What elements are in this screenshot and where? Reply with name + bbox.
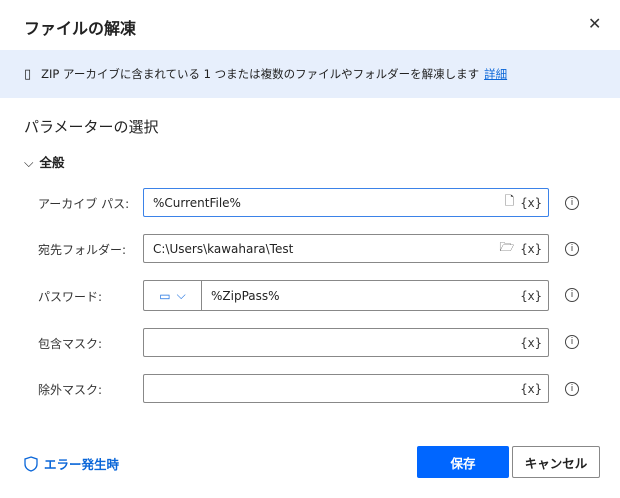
info-icon[interactable]: i (565, 196, 579, 210)
section-title: パラメーターの選択 (24, 118, 159, 136)
text-box-icon: ▭ (159, 288, 171, 303)
info-icon[interactable]: i (565, 242, 579, 256)
destination-folder-input[interactable]: C:\Users\kawahara\Test 🗁 {x} (143, 234, 549, 263)
save-button[interactable]: 保存 (417, 446, 509, 478)
password-label: パスワード: (38, 290, 103, 304)
on-error-button[interactable]: エラー発生時 (24, 454, 119, 473)
include-mask-label: 包含マスク: (38, 337, 103, 351)
dialog-title: ファイルの解凍 (24, 19, 137, 38)
chevron-down-icon: ⌵ (24, 155, 34, 170)
chevron-down-icon: ⌵ (176, 288, 186, 302)
cancel-button[interactable]: キャンセル (512, 446, 600, 478)
archive-path-input[interactable]: %CurrentFile% 🗋 {x} (143, 188, 549, 217)
info-icon[interactable]: i (565, 288, 579, 302)
shield-icon (24, 455, 38, 472)
info-icon[interactable]: i (565, 382, 579, 396)
info-banner: ▯ ZIP アーカイブに含まれている 1 つまたは複数のファイルやフォルダーを解… (0, 50, 620, 98)
variable-icon[interactable]: {x} (520, 382, 542, 396)
password-input[interactable]: ▭ ⌵ %ZipPass% {x} (143, 280, 549, 311)
exclude-mask-input[interactable]: {x} (143, 374, 549, 403)
file-select-icon[interactable]: 🗋 (505, 192, 515, 213)
exclude-mask-label: 除外マスク: (38, 383, 103, 397)
variable-icon[interactable]: {x} (520, 196, 542, 210)
banner-text: ZIP アーカイブに含まれている 1 つまたは複数のファイルやフォルダーを解凍し… (41, 67, 480, 81)
archive-path-label: アーカイブ パス: (38, 197, 130, 211)
info-icon[interactable]: i (565, 335, 579, 349)
zip-icon: ▯ (24, 66, 32, 82)
close-icon[interactable]: ✕ (588, 14, 601, 33)
details-link[interactable]: 詳細 (484, 66, 507, 82)
password-mode-dropdown[interactable]: ▭ ⌵ (144, 281, 202, 310)
group-label: 全般 (39, 155, 65, 170)
on-error-label: エラー発生時 (44, 457, 120, 472)
folder-icon[interactable]: 🗁 (499, 238, 514, 259)
variable-icon[interactable]: {x} (520, 242, 542, 256)
destination-folder-label: 宛先フォルダー: (38, 243, 127, 257)
group-general[interactable]: ⌵ 全般 (24, 152, 65, 171)
variable-icon[interactable]: {x} (520, 336, 542, 350)
variable-icon[interactable]: {x} (520, 289, 542, 303)
include-mask-input[interactable]: {x} (143, 328, 549, 357)
